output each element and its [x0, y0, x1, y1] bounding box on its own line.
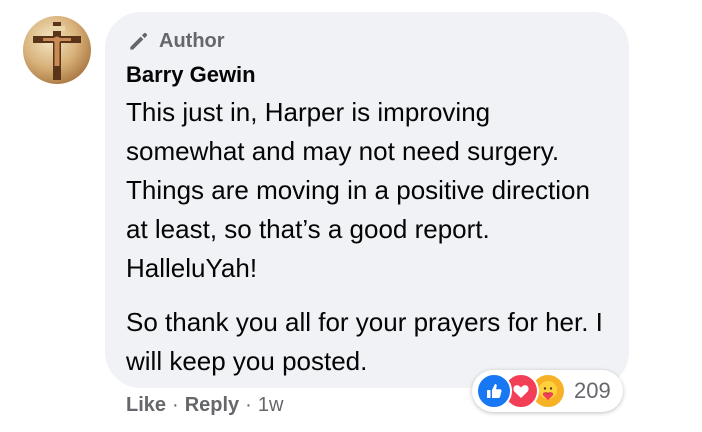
crucifix-image	[33, 22, 81, 80]
reaction-count: 209	[574, 378, 611, 403]
like-icon	[476, 373, 512, 409]
author-badge-label: Author	[159, 29, 225, 52]
separator-dot: ·	[245, 394, 252, 416]
author-badge: Author	[126, 28, 225, 54]
comment-timestamp[interactable]: 1w	[258, 394, 284, 417]
comment-actions: Like · Reply · 1w	[126, 394, 283, 417]
comment-text: This just in, Harper is improving somewh…	[126, 97, 590, 283]
reply-link[interactable]: Reply	[185, 394, 239, 417]
reaction-summary[interactable]: 209	[472, 370, 623, 412]
avatar[interactable]	[23, 16, 91, 84]
author-name[interactable]: Barry Gewin	[126, 62, 256, 88]
separator-dot: ·	[172, 394, 179, 416]
pencil-icon	[130, 32, 148, 50]
like-link[interactable]: Like	[126, 394, 166, 417]
